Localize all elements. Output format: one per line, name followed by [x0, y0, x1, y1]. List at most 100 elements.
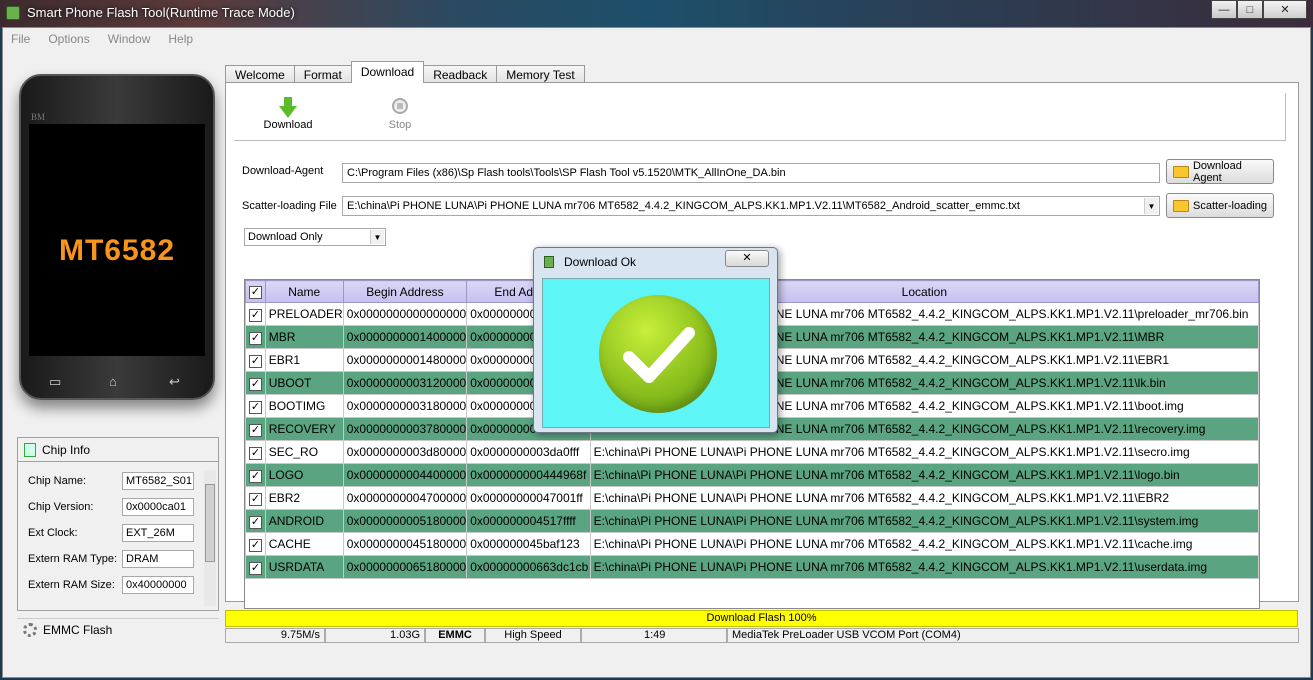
tab-readback[interactable]: Readback	[423, 65, 498, 83]
stop-button[interactable]: Stop	[370, 95, 430, 131]
cell-end: 0x000000000444968f	[466, 463, 591, 487]
scatter-file-value: E:\china\Pi PHONE LUNA\Pi PHONE LUNA mr7…	[347, 200, 1020, 212]
tab-welcome[interactable]: Welcome	[225, 65, 295, 83]
title-bar: Smart Phone Flash Tool(Runtime Trace Mod…	[0, 0, 1313, 27]
row-checkbox-cell[interactable]: ✓	[245, 532, 266, 556]
status-speed: 9.75M/s	[225, 628, 325, 643]
scatter-loading-button-label: Scatter-loading	[1193, 199, 1267, 212]
table-row[interactable]: ✓ EBR2 0x0000000004700000 0x00000000047001f…	[245, 486, 1259, 510]
status-port: MediaTek PreLoader USB VCOM Port (COM4)	[727, 628, 1299, 643]
menu-help[interactable]: Help	[168, 32, 193, 46]
dialog-close-button[interactable]: ✕	[725, 250, 769, 267]
row-checkbox[interactable]: ✓	[249, 446, 262, 460]
row-checkbox[interactable]: ✓	[249, 469, 262, 483]
dialog-app-icon	[544, 256, 554, 268]
row-checkbox[interactable]: ✓	[249, 515, 262, 529]
cell-begin: 0x0000000004400000	[342, 463, 468, 487]
row-checkbox[interactable]: ✓	[249, 492, 262, 506]
row-checkbox-cell[interactable]: ✓	[245, 509, 266, 533]
download-agent-button-label: Download Agent	[1192, 159, 1242, 184]
menu-window[interactable]: Window	[108, 32, 151, 46]
chip-info-panel: Chip Info Chip Name: MT6582_S01 Chip Ver…	[17, 437, 219, 611]
row-checkbox[interactable]: ✓	[249, 423, 262, 437]
status-storage: EMMC	[425, 628, 485, 643]
row-checkbox[interactable]: ✓	[249, 377, 262, 391]
scatter-file-combo[interactable]: E:\china\Pi PHONE LUNA\Pi PHONE LUNA mr7…	[342, 196, 1160, 216]
cell-begin: 0x0000000001480000	[342, 348, 468, 372]
chip-name-row: Chip Name: MT6582_S01	[28, 472, 194, 490]
cell-name: CACHE	[264, 532, 344, 556]
cell-name: MBR	[264, 325, 344, 349]
ext-clock-row: Ext Clock: EXT_26M	[28, 524, 194, 542]
row-checkbox[interactable]: ✓	[249, 308, 262, 322]
menu-file[interactable]: File	[11, 32, 30, 46]
close-button[interactable]: ✕	[1263, 0, 1307, 19]
chip-info-icon	[24, 442, 36, 457]
progress-label: Download Flash 100%	[706, 612, 817, 624]
chip-name-label: Chip Name:	[28, 475, 87, 487]
minimize-button[interactable]: —	[1211, 0, 1237, 19]
chip-info-scrollbar[interactable]	[204, 470, 216, 606]
cell-name: EBR1	[264, 348, 344, 372]
scrollbar-thumb[interactable]	[205, 484, 215, 562]
download-agent-button[interactable]: Download Agent	[1166, 159, 1274, 184]
progress-bar: Download Flash 100%	[225, 610, 1298, 627]
select-all-header[interactable]: ✓	[245, 280, 266, 303]
menu-options[interactable]: Options	[48, 32, 89, 46]
stop-button-label: Stop	[388, 119, 412, 131]
tab-format[interactable]: Format	[293, 65, 352, 83]
cell-location: E:\china\Pi PHONE LUNA\Pi PHONE LUNA mr7…	[589, 486, 1259, 510]
row-checkbox-cell[interactable]: ✓	[245, 440, 266, 464]
chevron-down-icon[interactable]: ▼	[1144, 198, 1158, 214]
cell-begin: 0x0000000003120000	[342, 371, 468, 395]
scatter-loading-button[interactable]: Scatter-loading	[1166, 193, 1274, 218]
cell-name: BOOTIMG	[264, 394, 344, 418]
cell-name: ANDROID	[264, 509, 344, 533]
select-all-checkbox[interactable]: ✓	[248, 286, 262, 299]
cell-begin: 0x0000000003d80000	[342, 440, 468, 464]
download-button[interactable]: Download	[258, 95, 318, 131]
row-checkbox[interactable]: ✓	[249, 331, 262, 345]
ext-clock-value: EXT_26M	[122, 524, 194, 542]
table-row[interactable]: ✓ USRDATA 0x0000000065180000 0x00000000663d…	[245, 555, 1259, 579]
tab-memory-test[interactable]: Memory Test	[496, 65, 585, 83]
table-row[interactable]: ✓ SEC_RO 0x0000000003d80000 0x0000000003da0…	[245, 440, 1259, 464]
row-checkbox-cell[interactable]: ✓	[245, 463, 266, 487]
stop-icon	[389, 95, 411, 117]
status-size: 1.03G	[325, 628, 425, 643]
toolbar: Download Stop	[234, 93, 1286, 141]
chip-version-row: Chip Version: 0x0000ca01	[28, 498, 194, 516]
table-row[interactable]: ✓ LOGO 0x0000000004400000 0x000000000444968…	[245, 463, 1259, 487]
chevron-down-icon[interactable]: ▼	[370, 230, 384, 244]
col-name[interactable]: Name	[264, 280, 344, 303]
row-checkbox[interactable]: ✓	[249, 561, 262, 575]
checkmark-icon	[623, 327, 695, 383]
row-checkbox-cell[interactable]: ✓	[245, 394, 266, 418]
row-checkbox[interactable]: ✓	[249, 538, 262, 552]
chip-version-value: 0x0000ca01	[122, 498, 194, 516]
storage-item[interactable]: EMMC Flash	[17, 618, 219, 640]
maximize-button[interactable]: □	[1237, 0, 1263, 19]
table-row[interactable]: ✓ CACHE 0x0000000045180000 0x000000045baf12…	[245, 532, 1259, 556]
download-ok-dialog: Download Ok ✕	[533, 247, 778, 433]
download-agent-field[interactable]: C:\Program Files (x86)\Sp Flash tools\To…	[342, 163, 1160, 183]
mode-select[interactable]: Download Only ▼	[244, 228, 386, 246]
row-checkbox-cell[interactable]: ✓	[245, 486, 266, 510]
cell-end: 0x000000004517ffff	[466, 509, 591, 533]
row-checkbox-cell[interactable]: ✓	[245, 325, 266, 349]
row-checkbox-cell[interactable]: ✓	[245, 371, 266, 395]
cell-name: LOGO	[264, 463, 344, 487]
cell-location: E:\china\Pi PHONE LUNA\Pi PHONE LUNA mr7…	[589, 440, 1259, 464]
row-checkbox-cell[interactable]: ✓	[245, 302, 266, 326]
row-checkbox-cell[interactable]: ✓	[245, 417, 266, 441]
table-row[interactable]: ✓ ANDROID 0x0000000005180000 0x000000004517…	[245, 509, 1259, 533]
ram-size-value: 0x40000000	[122, 576, 194, 594]
cell-name: RECOVERY	[264, 417, 344, 441]
row-checkbox[interactable]: ✓	[249, 400, 262, 414]
col-begin-address[interactable]: Begin Address	[342, 280, 468, 303]
row-checkbox-cell[interactable]: ✓	[245, 348, 266, 372]
cell-begin: 0x0000000001400000	[342, 325, 468, 349]
row-checkbox[interactable]: ✓	[249, 354, 262, 368]
row-checkbox-cell[interactable]: ✓	[245, 555, 266, 579]
tab-download[interactable]: Download	[350, 61, 425, 83]
